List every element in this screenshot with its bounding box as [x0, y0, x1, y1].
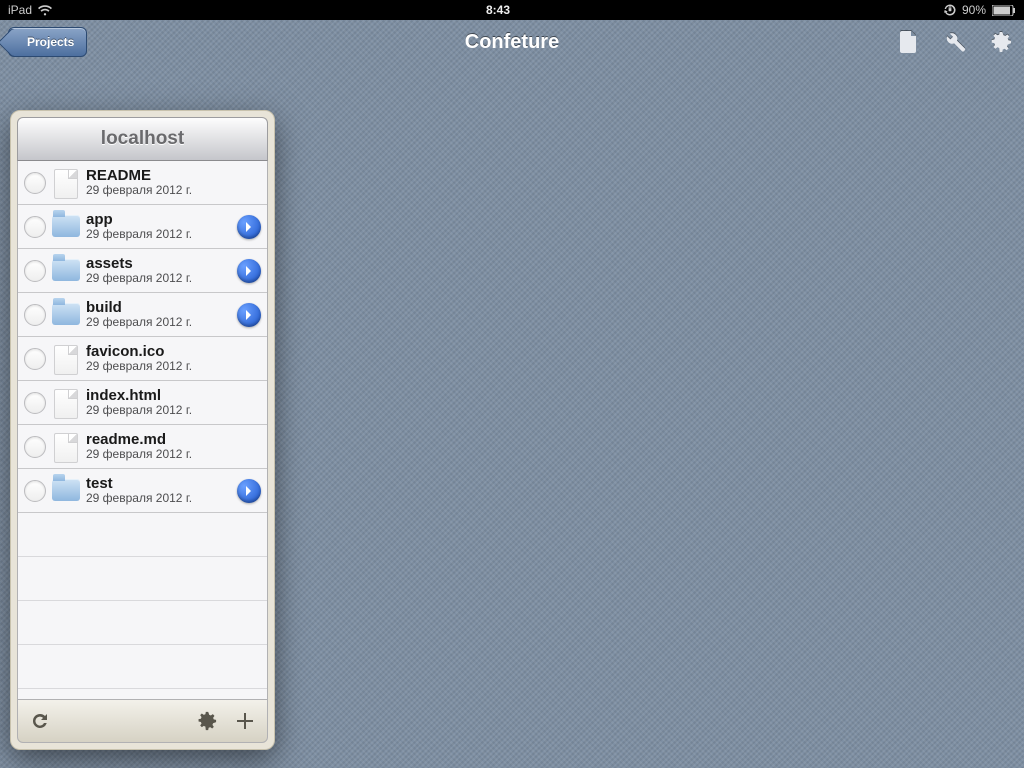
new-document-button[interactable] [896, 29, 922, 55]
lock-rotation-icon [944, 4, 956, 16]
select-circle[interactable] [24, 216, 46, 238]
file-row[interactable]: test29 февраля 2012 г. [18, 469, 267, 513]
gear-icon [990, 31, 1012, 53]
select-circle[interactable] [24, 260, 46, 282]
chevron-right-icon [244, 221, 254, 233]
empty-row [18, 601, 267, 645]
select-circle[interactable] [24, 348, 46, 370]
select-circle[interactable] [24, 436, 46, 458]
file-date: 29 февраля 2012 г. [86, 184, 261, 197]
file-name: test [86, 476, 231, 492]
file-text: README29 февраля 2012 г. [86, 168, 261, 196]
popover-toolbar [17, 699, 268, 743]
file-icon [52, 433, 80, 461]
file-date: 29 февраля 2012 г. [86, 228, 231, 241]
file-date: 29 февраля 2012 г. [86, 316, 231, 329]
file-icon [52, 389, 80, 417]
file-row[interactable]: assets29 февраля 2012 г. [18, 249, 267, 293]
file-text: assets29 февраля 2012 г. [86, 256, 231, 284]
wifi-icon [38, 5, 52, 16]
file-name: favicon.ico [86, 344, 261, 360]
file-date: 29 февраля 2012 г. [86, 404, 261, 417]
file-name: build [86, 300, 231, 316]
plus-icon [235, 711, 255, 731]
select-circle[interactable] [24, 172, 46, 194]
battery-icon [992, 5, 1016, 16]
detail-disclosure-button[interactable] [237, 303, 261, 327]
file-icon [52, 345, 80, 373]
file-row[interactable]: favicon.ico29 февраля 2012 г. [18, 337, 267, 381]
battery-percent: 90% [962, 3, 986, 17]
file-text: test29 февраля 2012 г. [86, 476, 231, 504]
folder-icon [52, 213, 80, 241]
file-date: 29 февраля 2012 г. [86, 272, 231, 285]
chevron-right-icon [244, 309, 254, 321]
file-name: app [86, 212, 231, 228]
add-button[interactable] [233, 709, 257, 733]
file-row[interactable]: index.html29 февраля 2012 г. [18, 381, 267, 425]
select-circle[interactable] [24, 392, 46, 414]
settings-button[interactable] [988, 29, 1014, 55]
file-row[interactable]: README29 февраля 2012 г. [18, 161, 267, 205]
wrench-icon [944, 31, 966, 53]
back-button-label: Projects [27, 35, 74, 49]
file-row[interactable]: build29 февраля 2012 г. [18, 293, 267, 337]
gear-icon [197, 711, 217, 731]
popover-title: localhost [17, 117, 268, 161]
file-row[interactable]: app29 февраля 2012 г. [18, 205, 267, 249]
empty-row [18, 513, 267, 557]
file-text: favicon.ico29 февраля 2012 г. [86, 344, 261, 372]
file-text: index.html29 февраля 2012 г. [86, 388, 261, 416]
file-name: readme.md [86, 432, 261, 448]
document-icon [900, 31, 918, 53]
chevron-right-icon [244, 485, 254, 497]
folder-icon [52, 257, 80, 285]
device-label: iPad [8, 3, 32, 17]
page-title: Confeture [465, 31, 559, 54]
empty-row [18, 645, 267, 689]
file-date: 29 февраля 2012 г. [86, 360, 261, 373]
detail-disclosure-button[interactable] [237, 215, 261, 239]
clock: 8:43 [486, 3, 510, 17]
folder-icon [52, 477, 80, 505]
file-date: 29 февраля 2012 г. [86, 448, 261, 461]
file-icon [52, 169, 80, 197]
select-circle[interactable] [24, 304, 46, 326]
chevron-right-icon [244, 265, 254, 277]
file-name: README [86, 168, 261, 184]
refresh-icon [30, 711, 50, 731]
refresh-button[interactable] [28, 709, 52, 733]
file-date: 29 февраля 2012 г. [86, 492, 231, 505]
detail-disclosure-button[interactable] [237, 259, 261, 283]
ios-status-bar: iPad 8:43 90% [0, 0, 1024, 20]
empty-row [18, 557, 267, 601]
file-list[interactable]: README29 февраля 2012 г.app29 февраля 20… [17, 161, 268, 699]
select-circle[interactable] [24, 480, 46, 502]
tools-button[interactable] [942, 29, 968, 55]
file-row[interactable]: readme.md29 февраля 2012 г. [18, 425, 267, 469]
file-name: assets [86, 256, 231, 272]
file-text: build29 февраля 2012 г. [86, 300, 231, 328]
app-body: Projects Confeture localhost README29 фе… [0, 20, 1024, 768]
file-browser-popover: localhost README29 февраля 2012 г.app29 … [10, 110, 275, 750]
projects-back-button[interactable]: Projects [8, 27, 87, 57]
panel-settings-button[interactable] [195, 709, 219, 733]
detail-disclosure-button[interactable] [237, 479, 261, 503]
navbar: Projects Confeture [0, 20, 1024, 64]
file-text: app29 февраля 2012 г. [86, 212, 231, 240]
file-text: readme.md29 февраля 2012 г. [86, 432, 261, 460]
folder-icon [52, 301, 80, 329]
file-name: index.html [86, 388, 261, 404]
